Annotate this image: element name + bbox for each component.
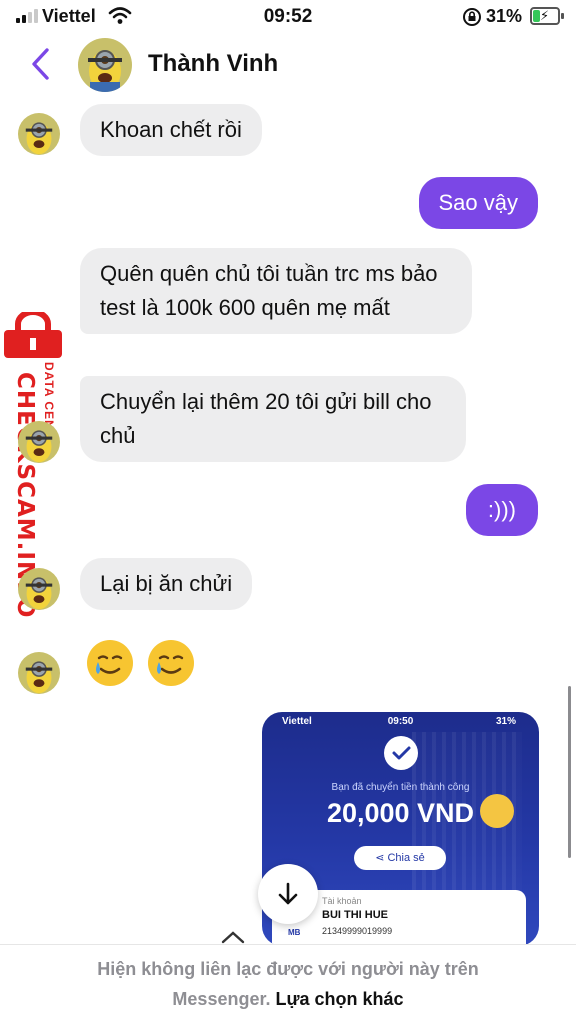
share-button: ⋖ Chia sẻ	[354, 846, 446, 870]
contact-name[interactable]: Thành Vinh	[148, 50, 278, 78]
chevron-up-icon	[221, 931, 245, 944]
unavailable-notice: Hiện không liên lạc được với người này t…	[0, 944, 576, 1024]
attachment-status-bar: Viettel 09:50 31%	[282, 716, 517, 727]
message-incoming[interactable]: Lại bị ăn chửi	[80, 558, 253, 610]
other-options-link[interactable]: Lựa chọn khác	[276, 989, 404, 1009]
orientation-lock-icon	[463, 8, 481, 26]
contact-avatar-small[interactable]	[18, 652, 60, 694]
success-check-icon	[384, 736, 418, 770]
battery-percent: 31%	[486, 6, 523, 26]
message-outgoing[interactable]: Sao vậy	[418, 177, 538, 229]
message-incoming[interactable]: Chuyển lại thêm 20 tôi gửi bill cho chủ	[80, 376, 466, 462]
bee-mascot-icon	[480, 794, 514, 828]
message-outgoing[interactable]: :)))	[465, 484, 538, 536]
notice-text: Hiện không liên lạc được với người này t…	[97, 959, 479, 979]
notice-text-messenger: Messenger.	[172, 989, 271, 1009]
smiling-tear-emoji[interactable]	[146, 638, 196, 688]
battery-charging-icon: ⚡	[530, 7, 564, 25]
scrollbar[interactable]	[568, 686, 571, 858]
message-incoming[interactable]: Quên quên chủ tôi tuần trc ms bảo test l…	[80, 248, 472, 334]
message-incoming[interactable]: Khoan chết rồi	[80, 104, 262, 156]
account-number: 21349999019999	[322, 926, 393, 936]
contact-avatar-small[interactable]	[18, 421, 60, 463]
contact-avatar-small[interactable]	[18, 113, 60, 155]
arrow-down-icon	[278, 882, 298, 905]
smiling-tear-emoji[interactable]	[85, 638, 135, 688]
back-chevron-icon[interactable]	[28, 46, 52, 82]
contact-avatar[interactable]	[78, 38, 132, 92]
share-icon: ⋖	[375, 852, 388, 864]
status-bar: Viettel 09:52 31% ⚡	[0, 0, 576, 34]
recipient-name: BUI THI HUE	[322, 909, 388, 921]
scroll-to-bottom-button[interactable]	[258, 864, 318, 924]
transfer-success-text: Bạn đã chuyển tiền thành công	[331, 782, 470, 793]
bank-logo: MB	[288, 928, 301, 937]
chat-header: Thành Vinh	[0, 34, 576, 96]
contact-avatar-small[interactable]	[18, 568, 60, 610]
padlock-icon	[4, 312, 62, 358]
